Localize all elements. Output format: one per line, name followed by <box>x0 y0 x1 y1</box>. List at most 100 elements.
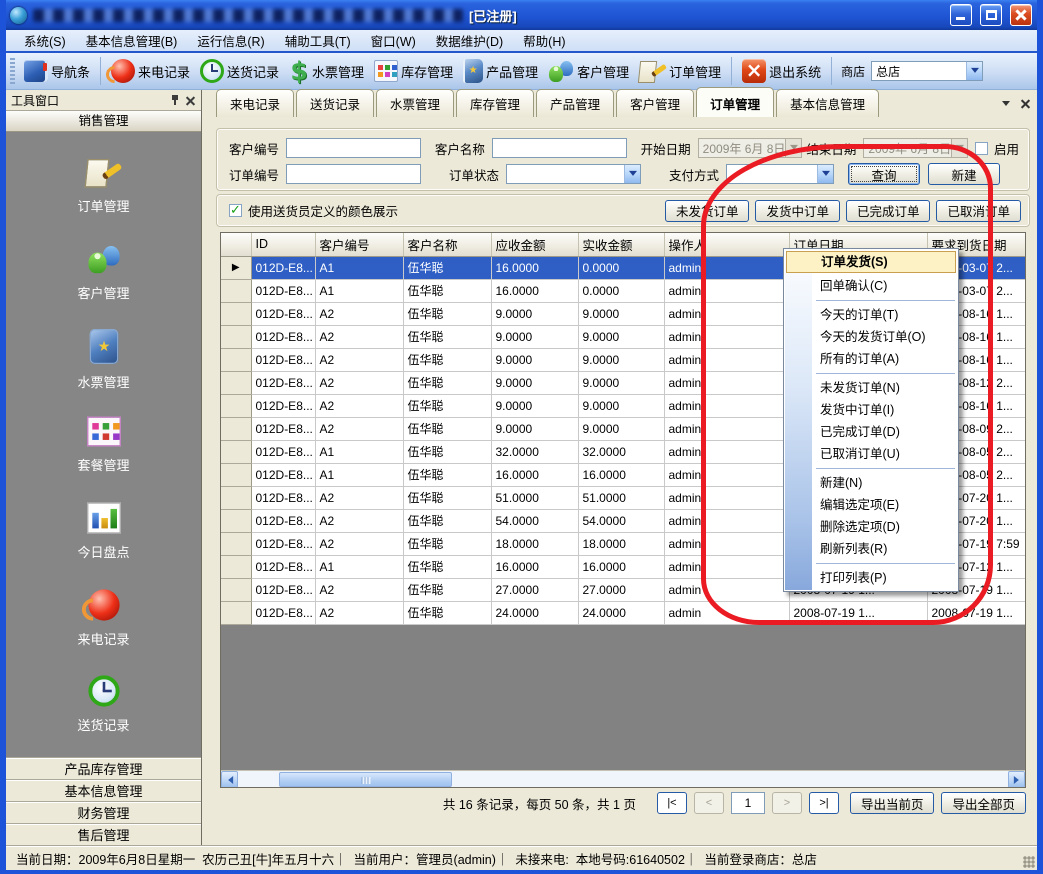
context-menu-item[interactable]: 删除选定项(D) <box>784 516 958 538</box>
close-icon[interactable] <box>185 95 196 106</box>
tab-item[interactable]: 客户管理 <box>616 89 694 117</box>
new-button[interactable]: 新建 <box>928 163 1000 185</box>
context-menu-item[interactable]: 打印列表(P) <box>784 567 958 589</box>
status-filter-button[interactable]: 发货中订单 <box>755 200 840 222</box>
context-menu-item[interactable]: 今天的发货订单(O) <box>784 326 958 348</box>
status-filter-button[interactable]: 已取消订单 <box>936 200 1021 222</box>
tab-item[interactable]: 送货记录 <box>296 89 374 117</box>
context-menu-item[interactable]: 编辑选定项(E) <box>784 494 958 516</box>
order-no-input[interactable] <box>286 164 421 184</box>
scroll-left-icon[interactable] <box>221 771 238 788</box>
search-button[interactable]: 查询 <box>848 163 920 185</box>
table-row[interactable]: 012D-E8...A2伍华聪24.000024.0000admin2008-0… <box>221 601 1026 624</box>
context-menu-item[interactable]: 已取消订单(U) <box>784 443 958 465</box>
tab-item[interactable]: 基本信息管理 <box>776 89 879 117</box>
row-selector-cell[interactable]: ▶ <box>221 256 251 279</box>
tab-close-icon[interactable] <box>1020 98 1031 109</box>
sidebar-item[interactable]: 送货记录 <box>44 671 164 758</box>
chevron-down-icon[interactable] <box>624 165 640 183</box>
menu-item[interactable]: 基本信息管理(B) <box>76 31 188 50</box>
sidebar-section-bar[interactable]: 产品库存管理 <box>6 758 201 780</box>
row-selector-cell[interactable] <box>221 371 251 394</box>
column-header[interactable]: 客户名称 <box>403 233 491 256</box>
chevron-down-icon[interactable] <box>1002 101 1010 110</box>
row-selector-cell[interactable] <box>221 440 251 463</box>
status-filter-button[interactable]: 已完成订单 <box>846 200 931 222</box>
menu-item[interactable]: 运行信息(R) <box>187 31 274 50</box>
toolbar-button[interactable]: 导航条 <box>19 58 95 84</box>
end-date-picker[interactable]: 2009年 6月 8日 <box>863 138 968 158</box>
row-selector-cell[interactable] <box>221 279 251 302</box>
sidebar-section-bar[interactable]: 财务管理 <box>6 802 201 824</box>
context-menu-item[interactable]: 发货中订单(I) <box>784 399 958 421</box>
sidebar-item[interactable]: 订单管理 <box>44 152 164 239</box>
toolbar-button[interactable]: 订单管理 <box>634 57 726 85</box>
sidebar-item[interactable]: 来电记录 <box>44 585 164 672</box>
column-header[interactable]: ID <box>251 233 315 256</box>
menu-item[interactable]: 帮助(H) <box>513 31 575 50</box>
row-selector-cell[interactable] <box>221 417 251 440</box>
minimize-button[interactable] <box>950 4 972 26</box>
sidebar-item[interactable]: 水票管理 <box>44 325 164 412</box>
row-selector-cell[interactable] <box>221 348 251 371</box>
column-header[interactable]: 实收金额 <box>578 233 664 256</box>
export-all-pages-button[interactable]: 导出全部页 <box>941 792 1026 814</box>
tab-item[interactable]: 产品管理 <box>536 89 614 117</box>
tab-item[interactable]: 来电记录 <box>216 89 294 117</box>
resize-grip[interactable] <box>1023 856 1035 868</box>
pin-icon[interactable] <box>170 94 180 106</box>
chevron-down-icon[interactable] <box>966 62 982 80</box>
row-selector-cell[interactable] <box>221 325 251 348</box>
context-menu-item[interactable]: 刷新列表(R) <box>784 538 958 560</box>
context-menu-item[interactable]: 今天的订单(T) <box>784 304 958 326</box>
column-header[interactable] <box>221 233 251 256</box>
store-select[interactable]: 总店 <box>871 61 983 81</box>
sidebar-item[interactable]: 客户管理 <box>44 239 164 326</box>
customer-no-input[interactable] <box>286 138 421 158</box>
customer-name-input[interactable] <box>492 138 627 158</box>
toolbar-button[interactable]: 客户管理 <box>543 57 634 85</box>
row-selector-cell[interactable] <box>221 486 251 509</box>
page-number-input[interactable] <box>731 792 765 814</box>
context-menu-item[interactable]: 新建(N) <box>784 472 958 494</box>
context-menu-item[interactable]: 所有的订单(A) <box>784 348 958 370</box>
toolbar-button[interactable]: 库存管理 <box>369 58 458 84</box>
chevron-down-icon[interactable] <box>817 165 833 183</box>
horizontal-scrollbar[interactable] <box>221 770 1025 787</box>
context-menu-item[interactable]: 回单确认(C) <box>784 275 958 297</box>
row-selector-cell[interactable] <box>221 601 251 624</box>
column-header[interactable]: 应收金额 <box>491 233 578 256</box>
toolbar-button[interactable]: 送货记录 <box>195 57 284 85</box>
first-page-button[interactable]: |< <box>657 792 687 814</box>
close-button[interactable] <box>1010 4 1032 26</box>
maximize-button[interactable] <box>980 4 1002 26</box>
toolbar-button[interactable]: 退出系统 <box>737 57 826 85</box>
scrollbar-thumb[interactable] <box>279 772 452 787</box>
status-filter-button[interactable]: 未发货订单 <box>665 200 750 222</box>
menu-item[interactable]: 数据维护(D) <box>426 31 513 50</box>
sidebar-item[interactable]: 今日盘点 <box>44 498 164 585</box>
row-selector-cell[interactable] <box>221 509 251 532</box>
last-page-button[interactable]: >| <box>809 792 839 814</box>
toolbar-button[interactable]: 水票管理 <box>284 56 369 86</box>
start-date-picker[interactable]: 2009年 6月 8日 <box>698 138 803 158</box>
tab-item[interactable]: 水票管理 <box>376 89 454 117</box>
sidebar-section-bar[interactable]: 基本信息管理 <box>6 780 201 802</box>
sidebar-section-bar[interactable]: 售后管理 <box>6 824 201 846</box>
color-option-checkbox[interactable] <box>229 204 242 217</box>
menu-item[interactable]: 窗口(W) <box>361 31 426 50</box>
tab-active[interactable]: 订单管理 <box>696 87 774 117</box>
toolbar-button[interactable]: 来电记录 <box>106 57 195 85</box>
column-header[interactable]: 操作人 <box>664 233 789 256</box>
order-status-select[interactable] <box>506 164 641 184</box>
menu-item[interactable]: 辅助工具(T) <box>275 31 361 50</box>
sidebar-item[interactable]: 套餐管理 <box>44 412 164 499</box>
context-menu-item[interactable]: 未发货订单(N) <box>784 377 958 399</box>
context-menu-item[interactable]: 已完成订单(D) <box>784 421 958 443</box>
row-selector-cell[interactable] <box>221 463 251 486</box>
export-current-page-button[interactable]: 导出当前页 <box>850 792 935 814</box>
prev-page-button[interactable]: < <box>694 792 724 814</box>
row-selector-cell[interactable] <box>221 302 251 325</box>
next-page-button[interactable]: > <box>772 792 802 814</box>
column-header[interactable]: 客户编号 <box>315 233 403 256</box>
